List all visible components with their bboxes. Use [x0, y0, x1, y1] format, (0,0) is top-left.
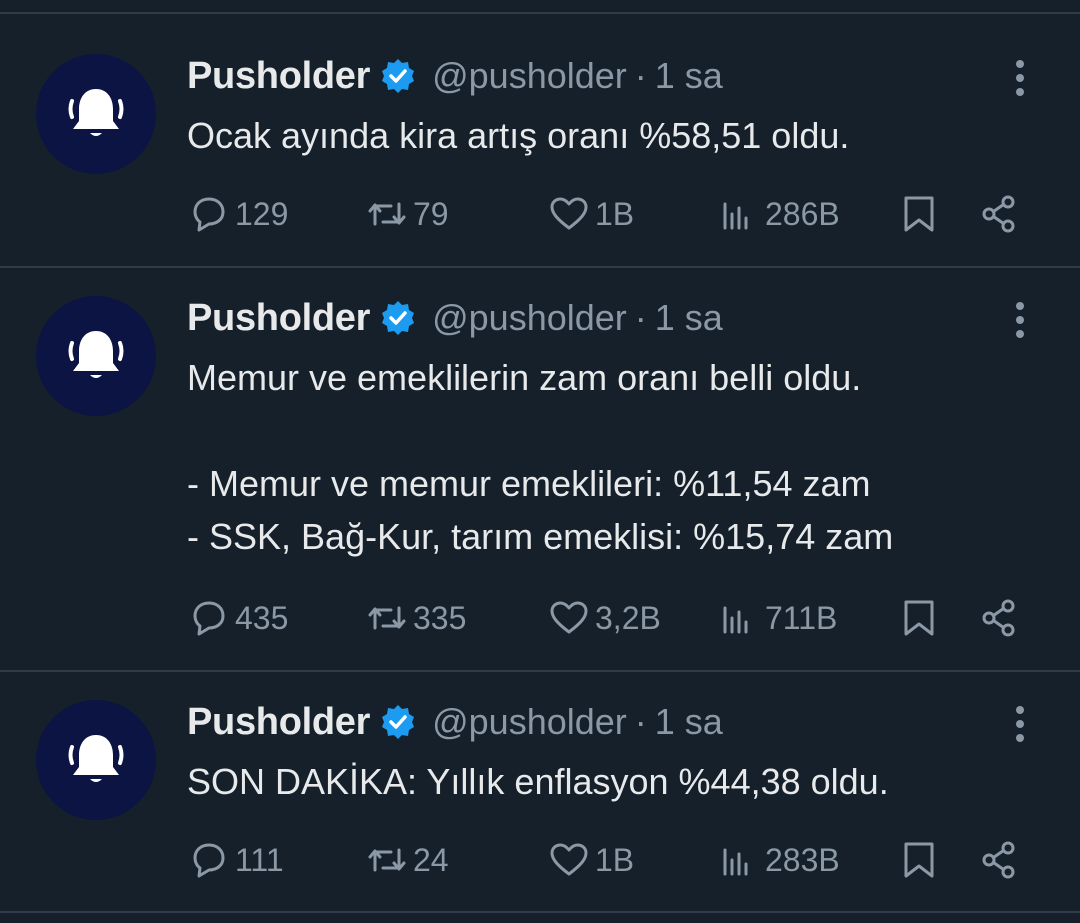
- retweet-button[interactable]: 335: [365, 593, 466, 643]
- like-count: 1B: [595, 195, 635, 232]
- avatar[interactable]: [36, 296, 156, 416]
- avatar[interactable]: [36, 700, 156, 820]
- display-name[interactable]: Pusholder: [187, 55, 370, 98]
- bell-alert-icon: [68, 735, 124, 782]
- reply-button[interactable]: 435: [187, 593, 288, 643]
- tweet[interactable]: Pusholder @pusholder · 1 sa Ocak ayında …: [0, 14, 1080, 268]
- views-count: 711B: [765, 599, 838, 636]
- heart-icon: [550, 601, 588, 634]
- heart-icon: [550, 197, 588, 230]
- bookmark-icon: [904, 196, 934, 232]
- tweet-actions: 129 79 1B 286B: [187, 189, 1037, 239]
- retweet-icon: [368, 848, 406, 872]
- separator: ·: [634, 701, 647, 742]
- like-button[interactable]: 1B: [547, 189, 634, 239]
- share-button[interactable]: [977, 593, 1021, 643]
- verified-badge-icon: [380, 300, 416, 336]
- display-name[interactable]: Pusholder: [187, 701, 370, 744]
- views-count: 286B: [765, 195, 840, 232]
- bookmark-button[interactable]: [897, 189, 941, 239]
- verified-badge-icon: [380, 58, 416, 94]
- handle[interactable]: @pusholder: [432, 297, 627, 339]
- tweet[interactable]: Pusholder @pusholder · 1 sa Memur ve eme…: [0, 268, 1080, 672]
- reply-icon: [193, 601, 225, 636]
- bell-alert-icon: [68, 89, 124, 136]
- views-chart-icon: [723, 606, 748, 634]
- share-icon: [982, 841, 1015, 879]
- more-vertical-icon[interactable]: [1004, 702, 1036, 746]
- reply-button[interactable]: 129: [187, 189, 288, 239]
- views-button[interactable]: 286B: [717, 189, 840, 239]
- like-button[interactable]: 3,2B: [547, 593, 661, 643]
- tweet-header: Pusholder @pusholder · 1 sa: [187, 52, 723, 100]
- share-button[interactable]: [977, 835, 1021, 885]
- more-vertical-icon[interactable]: [1004, 56, 1036, 100]
- tweet-actions: 111 24 1B 283B: [187, 835, 1037, 885]
- reply-icon: [193, 197, 225, 232]
- retweet-icon: [368, 606, 406, 630]
- avatar[interactable]: [36, 54, 156, 174]
- separator: ·: [634, 297, 647, 338]
- tweet-header: Pusholder @pusholder · 1 sa: [187, 294, 723, 342]
- bookmark-button[interactable]: [897, 835, 941, 885]
- like-button[interactable]: 1B: [547, 835, 634, 885]
- tweet-text: SON DAKİKA: Yıllık enflasyon %44,38 oldu…: [187, 761, 889, 802]
- views-count: 283B: [765, 841, 840, 878]
- tweet-actions: 435 335 3,2B 711B: [187, 593, 1037, 643]
- reply-count: 129: [235, 195, 289, 232]
- reply-icon: [193, 843, 225, 878]
- reply-count: 111: [235, 841, 284, 878]
- views-button[interactable]: 711B: [717, 593, 837, 643]
- retweet-count: 335: [413, 599, 467, 636]
- retweet-button[interactable]: 79: [365, 189, 449, 239]
- reply-count: 435: [235, 599, 289, 636]
- reply-button[interactable]: 111: [187, 835, 284, 885]
- handle[interactable]: @pusholder: [432, 55, 627, 97]
- bookmark-icon: [904, 600, 934, 636]
- like-count: 3,2B: [595, 599, 661, 636]
- timestamp[interactable]: 1 sa: [655, 701, 723, 743]
- bookmark-button[interactable]: [897, 593, 941, 643]
- verified-badge-icon: [380, 704, 416, 740]
- tweet-text: Memur ve emeklilerin zam oranı belli old…: [187, 357, 894, 557]
- tweet-header: Pusholder @pusholder · 1 sa: [187, 698, 723, 746]
- views-button[interactable]: 283B: [717, 835, 840, 885]
- timestamp[interactable]: 1 sa: [655, 297, 723, 339]
- bookmark-icon: [904, 842, 934, 878]
- retweet-button[interactable]: 24: [365, 835, 449, 885]
- views-chart-icon: [723, 202, 748, 230]
- tweet-text: Ocak ayında kira artış oranı %58,51 oldu…: [187, 115, 850, 156]
- display-name[interactable]: Pusholder: [187, 297, 370, 340]
- handle[interactable]: @pusholder: [432, 701, 627, 743]
- retweet-icon: [368, 202, 406, 226]
- timestamp[interactable]: 1 sa: [655, 55, 723, 97]
- tweet[interactable]: Pusholder @pusholder · 1 sa SON DAKİKA: …: [0, 672, 1080, 913]
- retweet-count: 79: [413, 195, 449, 232]
- share-icon: [982, 599, 1015, 637]
- more-vertical-icon[interactable]: [1004, 298, 1036, 342]
- timeline-feed: Pusholder @pusholder · 1 sa Ocak ayında …: [0, 0, 1080, 923]
- separator: ·: [634, 55, 647, 96]
- share-icon: [982, 195, 1015, 233]
- bell-alert-icon: [68, 331, 124, 378]
- like-count: 1B: [595, 841, 635, 878]
- share-button[interactable]: [977, 189, 1021, 239]
- views-chart-icon: [723, 848, 748, 876]
- heart-icon: [550, 843, 588, 876]
- retweet-count: 24: [413, 841, 449, 878]
